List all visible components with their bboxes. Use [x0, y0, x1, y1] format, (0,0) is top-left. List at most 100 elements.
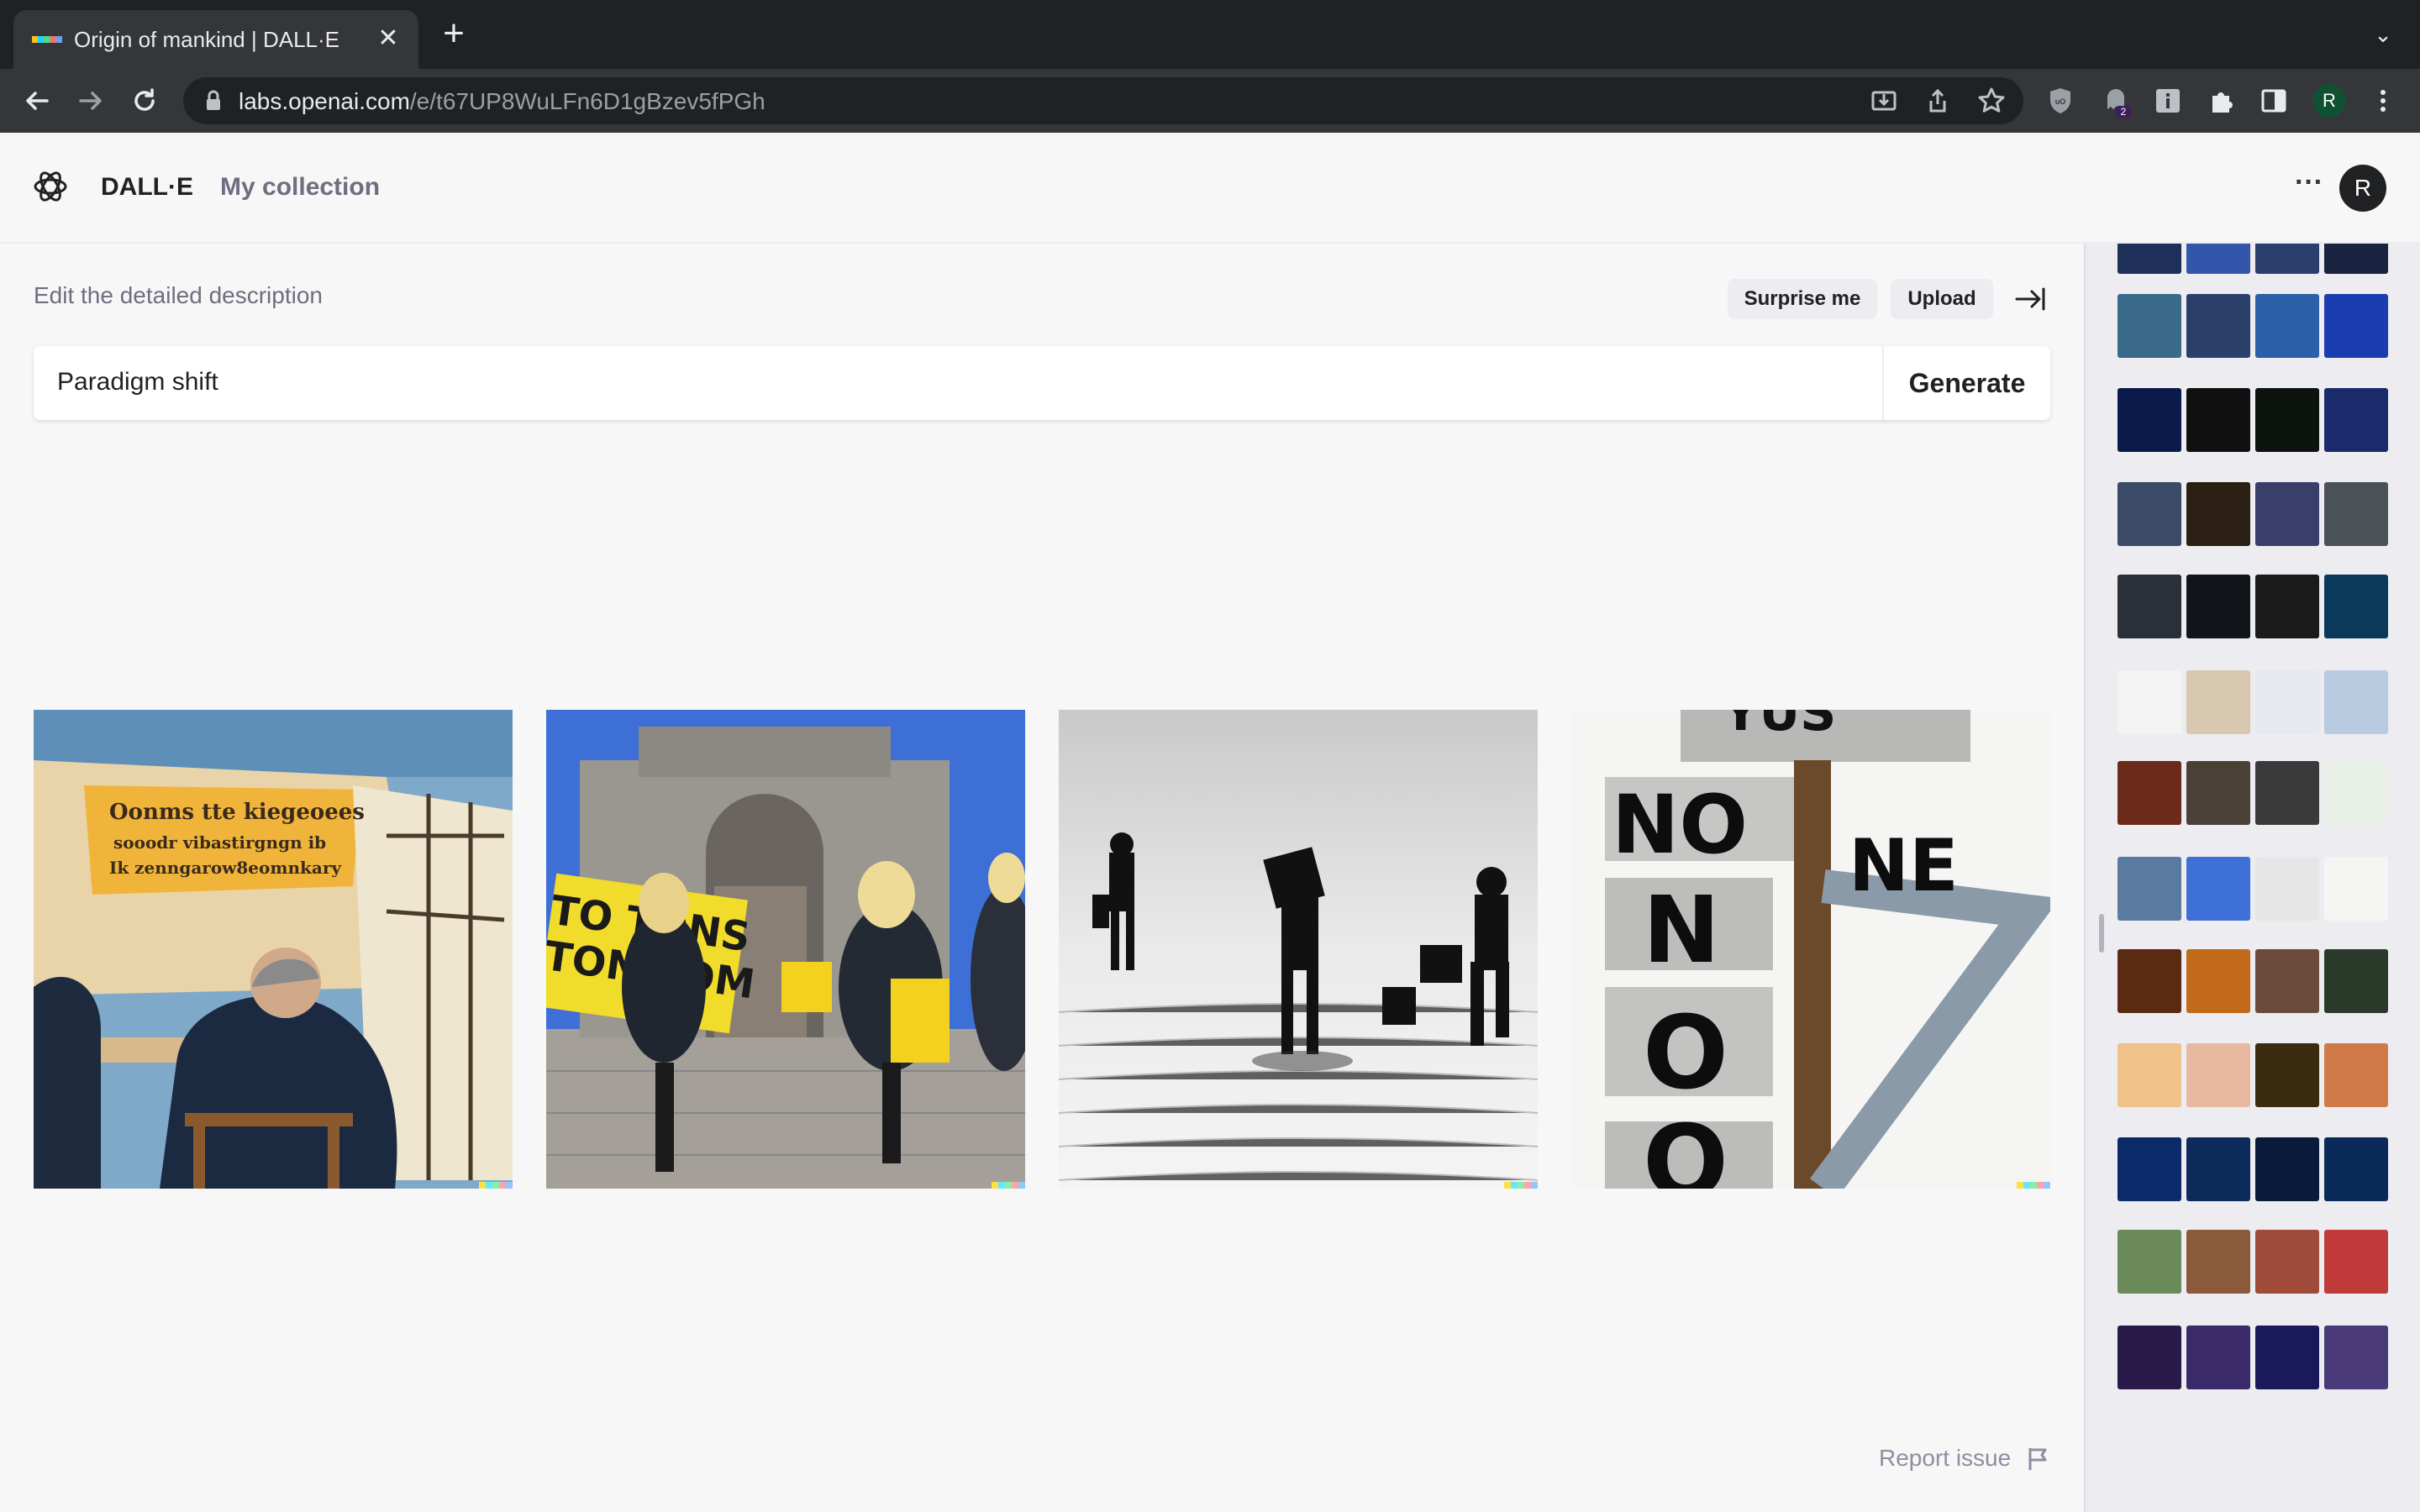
history-thumbnail[interactable] [2324, 294, 2388, 358]
extension-ghost-icon[interactable]: 2 [2099, 84, 2133, 118]
history-thumbnail[interactable] [2255, 294, 2319, 358]
history-thumbnail[interactable] [2255, 1137, 2319, 1201]
prompt-input[interactable] [57, 368, 1864, 396]
history-thumbnail[interactable] [2255, 670, 2319, 734]
history-thumbnail[interactable] [2118, 388, 2181, 452]
history-thumbnail[interactable] [2118, 575, 2181, 638]
share-icon[interactable] [1921, 84, 1954, 118]
history-thumbnail[interactable] [2186, 949, 2250, 1013]
upload-button[interactable]: Upload [1891, 279, 1993, 319]
history-thumbnail[interactable] [2255, 1043, 2319, 1107]
reload-icon[interactable] [126, 82, 163, 119]
user-avatar[interactable]: R [2339, 165, 2386, 212]
history-thumbnail[interactable] [2255, 482, 2319, 546]
history-thumbnail[interactable] [2186, 1137, 2250, 1201]
history-thumbnail[interactable] [2118, 1137, 2181, 1201]
info-extension-icon[interactable] [2151, 84, 2185, 118]
history-group[interactable] [2118, 1137, 2388, 1201]
generate-button[interactable]: Generate [1882, 346, 2050, 420]
history-thumbnail[interactable] [2255, 244, 2319, 274]
history-thumbnail[interactable] [2186, 294, 2250, 358]
tab-search-chevron-icon[interactable]: ⌄ [2366, 22, 2400, 55]
history-group[interactable] [2118, 244, 2388, 274]
new-tab-button[interactable]: + [435, 15, 472, 54]
more-options-button[interactable]: ··· [2292, 168, 2326, 203]
back-arrow-icon[interactable] [18, 82, 55, 119]
history-thumbnail[interactable] [2118, 294, 2181, 358]
history-thumbnail[interactable] [2186, 244, 2250, 274]
history-thumbnail[interactable] [2186, 575, 2250, 638]
history-thumbnail[interactable] [2186, 1326, 2250, 1389]
result-image-1[interactable]: Oonms tte kiegeoees sooodr vibastirgngn … [34, 710, 513, 1189]
history-group[interactable] [2118, 294, 2388, 358]
history-thumbnail[interactable] [2255, 761, 2319, 825]
history-group[interactable] [2118, 857, 2388, 921]
history-thumbnail[interactable] [2118, 482, 2181, 546]
history-thumbnail[interactable] [2255, 949, 2319, 1013]
history-group[interactable] [2118, 1230, 2388, 1294]
side-panel-icon[interactable] [2257, 84, 2291, 118]
history-thumbnail[interactable] [2255, 575, 2319, 638]
history-group[interactable] [2118, 761, 2388, 825]
history-thumbnail[interactable] [2118, 1043, 2181, 1107]
openai-logo-icon[interactable] [32, 168, 69, 205]
history-group[interactable] [2118, 949, 2388, 1013]
result-image-4[interactable]: YUS NO N O O NE [1571, 710, 2050, 1189]
forward-arrow-icon[interactable] [72, 82, 109, 119]
history-group[interactable] [2118, 482, 2388, 546]
history-thumbnail[interactable] [2324, 244, 2388, 274]
history-thumbnail[interactable] [2255, 388, 2319, 452]
history-thumbnail[interactable] [2324, 482, 2388, 546]
history-group[interactable] [2118, 670, 2388, 734]
collapse-sidebar-icon[interactable] [2012, 281, 2049, 318]
tab-close-icon[interactable]: ✕ [371, 22, 405, 55]
bookmark-star-icon[interactable] [1975, 84, 2008, 118]
browser-tab[interactable]: Origin of mankind | DALL·E ✕ [13, 10, 418, 69]
result-image-2[interactable]: TO TONS TON FOM [546, 710, 1025, 1189]
install-app-icon[interactable] [1867, 84, 1901, 118]
history-thumbnail[interactable] [2118, 1326, 2181, 1389]
history-thumbnail[interactable] [2255, 1230, 2319, 1294]
history-group[interactable] [2118, 1326, 2388, 1389]
history-thumbnail[interactable] [2324, 761, 2388, 825]
history-thumbnail[interactable] [2255, 1326, 2319, 1389]
history-thumbnail[interactable] [2186, 857, 2250, 921]
history-thumbnail[interactable] [2324, 575, 2388, 638]
browser-menu-icon[interactable] [2366, 84, 2400, 118]
brand-name[interactable]: DALL·E [101, 173, 193, 202]
history-thumbnail[interactable] [2324, 857, 2388, 921]
extensions-puzzle-icon[interactable] [2205, 84, 2238, 118]
history-thumbnail[interactable] [2255, 857, 2319, 921]
history-thumbnail[interactable] [2118, 761, 2181, 825]
history-thumbnail[interactable] [2118, 1230, 2181, 1294]
history-thumbnail[interactable] [2118, 670, 2181, 734]
history-thumbnail[interactable] [2324, 1230, 2388, 1294]
history-thumbnail[interactable] [2186, 1043, 2250, 1107]
report-issue-link[interactable]: Report issue [1879, 1445, 2011, 1472]
history-thumbnail[interactable] [2186, 1230, 2250, 1294]
history-thumbnail[interactable] [2186, 482, 2250, 546]
history-thumbnail[interactable] [2324, 1137, 2388, 1201]
history-thumbnail[interactable] [2186, 388, 2250, 452]
history-thumbnail[interactable] [2324, 388, 2388, 452]
my-collection-link[interactable]: My collection [220, 173, 380, 202]
history-group[interactable] [2118, 388, 2388, 452]
history-thumbnail[interactable] [2324, 949, 2388, 1013]
history-thumbnail[interactable] [2186, 761, 2250, 825]
history-thumbnail[interactable] [2118, 949, 2181, 1013]
history-group[interactable] [2118, 1043, 2388, 1107]
history-thumbnail[interactable] [2324, 670, 2388, 734]
history-thumbnail[interactable] [2118, 857, 2181, 921]
history-group[interactable] [2118, 575, 2388, 638]
result-image-3[interactable] [1059, 710, 1538, 1189]
history-thumbnail[interactable] [2118, 244, 2181, 274]
surprise-me-button[interactable]: Surprise me [1728, 279, 1877, 319]
sidebar-resize-handle[interactable] [2099, 914, 2104, 953]
history-thumbnail[interactable] [2324, 1326, 2388, 1389]
history-thumbnail[interactable] [2324, 1043, 2388, 1107]
address-bar[interactable]: labs.openai.com/e/t67UP8WuLFn6D1gBzev5fP… [183, 77, 2023, 124]
browser-profile-avatar[interactable]: R [2312, 84, 2346, 118]
flag-icon[interactable] [2025, 1445, 2049, 1472]
history-thumbnail[interactable] [2186, 670, 2250, 734]
ublock-shield-icon[interactable]: uO [2044, 84, 2077, 118]
